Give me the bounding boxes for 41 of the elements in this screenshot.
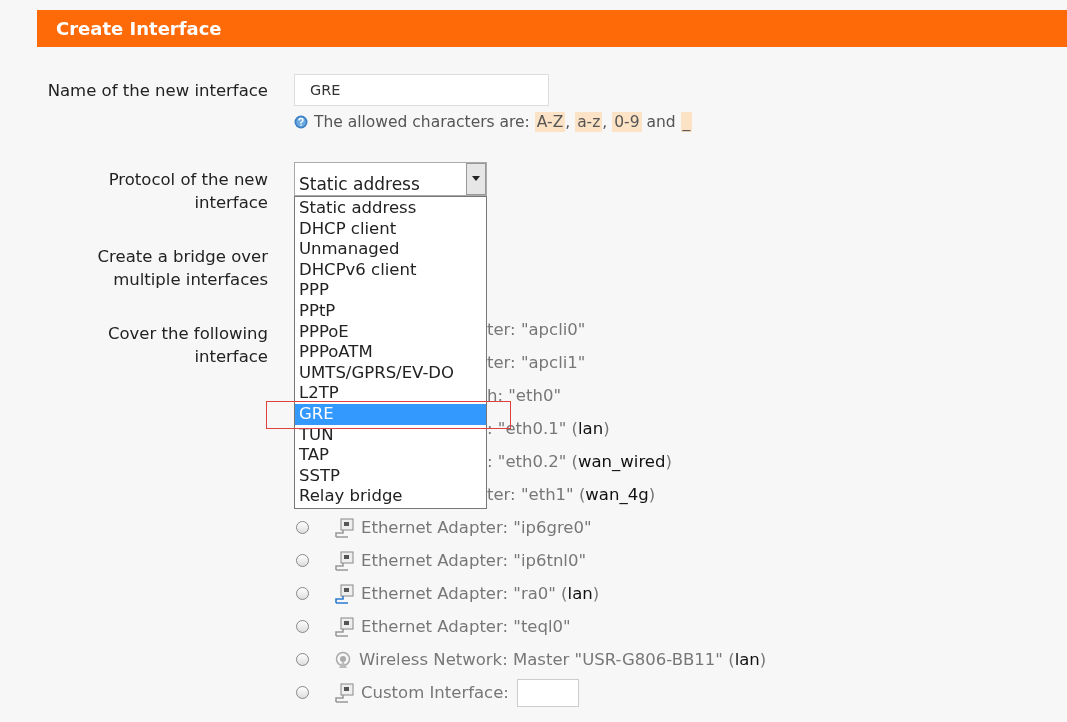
interface-label: ter: "eth1" (wan_4g)	[487, 485, 656, 504]
dropdown-option[interactable]: Unmanaged	[295, 239, 486, 260]
field-label: Protocol of the new interface	[107, 169, 268, 214]
interface-label: : "eth0.1" (lan)	[487, 419, 610, 438]
dropdown-option[interactable]: DHCPv6 client	[295, 259, 486, 281]
help-icon	[294, 115, 308, 129]
dropdown-option[interactable]: PPtP	[295, 300, 486, 322]
dropdown-option[interactable]: PPP	[295, 280, 486, 301]
dropdown-option[interactable]: PPPoE	[295, 321, 486, 343]
dropdown-option[interactable]: DHCP client	[295, 218, 486, 240]
interface-label: : "eth0.2" (wan_wired)	[487, 452, 672, 471]
interface-label: Ethernet Adapter: "ra0" (lan)	[361, 584, 600, 603]
dropdown-option[interactable]: Relay bridge	[295, 486, 486, 507]
interface-label: h: "eth0"	[487, 386, 562, 405]
radio-button[interactable]	[296, 554, 309, 567]
field-label: Name of the new interface	[47, 80, 268, 102]
radio-button[interactable]	[296, 587, 309, 600]
dropdown-option[interactable]: SSTP	[295, 465, 486, 487]
dropdown-option[interactable]: PPPoATM	[295, 342, 486, 363]
dropdown-option[interactable]: Static address	[295, 198, 486, 219]
radio-button[interactable]	[296, 653, 309, 666]
interface-label: Ethernet Adapter: "ip6gre0"	[361, 518, 592, 537]
name-input[interactable]: GRE	[294, 74, 549, 106]
interface-label: Wireless Network: Master "USR-G806-BB11" (lan)	[359, 650, 767, 669]
hint-text: The allowed characters are: A-Z, a-z, 0-9 and _	[314, 113, 693, 131]
interface-label: ter: "apcli0"	[487, 320, 586, 339]
field-label: Create a bridge over multiple interfaces	[96, 246, 268, 291]
radio-button[interactable]	[296, 620, 309, 633]
dropdown-option[interactable]: TAP	[295, 445, 486, 466]
radio-button[interactable]	[296, 686, 309, 699]
field-label: Cover the following interface	[106, 323, 268, 368]
custom-interface-input[interactable]	[516, 678, 579, 707]
dropdown-option[interactable]: L2TP	[295, 383, 486, 404]
interface-label: Custom Interface:	[361, 683, 509, 702]
protocol-select[interactable]: Static address	[294, 162, 487, 196]
radio-button[interactable]	[296, 521, 309, 534]
dropdown-option[interactable]: UMTS/GPRS/EV-DO	[295, 362, 486, 384]
interface-label: ter: "apcli1"	[487, 353, 586, 372]
interface-label: Ethernet Adapter: "ip6tnl0"	[361, 551, 587, 570]
interface-label: Ethernet Adapter: "teql0"	[361, 617, 571, 636]
section-header: Create Interface	[37, 10, 1067, 47]
